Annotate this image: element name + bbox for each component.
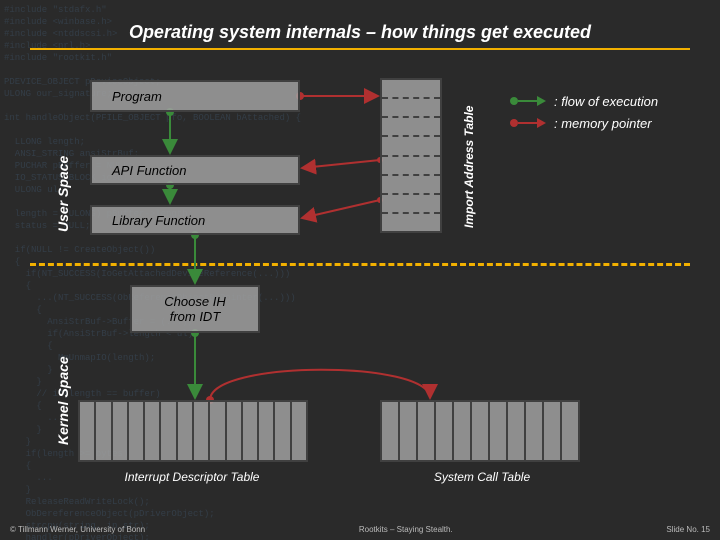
interrupt-descriptor-table xyxy=(78,400,308,462)
sct-label: System Call Table xyxy=(392,470,572,484)
program-box: Program xyxy=(90,80,300,112)
title-underline xyxy=(30,48,690,50)
library-function-box: Library Function xyxy=(90,205,300,235)
system-call-table xyxy=(380,400,580,462)
api-function-box: API Function xyxy=(90,155,300,185)
footer-slide-number: Slide No. 15 xyxy=(666,525,710,534)
pointer-arrow-icon xyxy=(510,118,546,128)
kernel-space-label: Kernel Space xyxy=(55,356,71,445)
import-address-table xyxy=(380,78,442,233)
slide-title: Operating system internals – how things … xyxy=(0,22,720,43)
user-space-label: User Space xyxy=(55,156,71,232)
legend: : flow of execution : memory pointer xyxy=(510,90,710,134)
footer: © Tillmann Werner, University of Bonn Ro… xyxy=(10,525,710,534)
choose-ih-box: Choose IH from IDT xyxy=(130,285,260,333)
legend-flow-label: : flow of execution xyxy=(554,94,658,109)
iat-label: Import Address Table xyxy=(462,106,476,228)
legend-pointer-label: : memory pointer xyxy=(554,116,652,131)
footer-title: Rootkits – Staying Stealth. xyxy=(359,525,453,534)
idt-label: Interrupt Descriptor Table xyxy=(92,470,292,484)
flow-arrow-icon xyxy=(510,96,546,106)
user-kernel-divider xyxy=(30,263,690,266)
footer-copyright: © Tillmann Werner, University of Bonn xyxy=(10,525,145,534)
